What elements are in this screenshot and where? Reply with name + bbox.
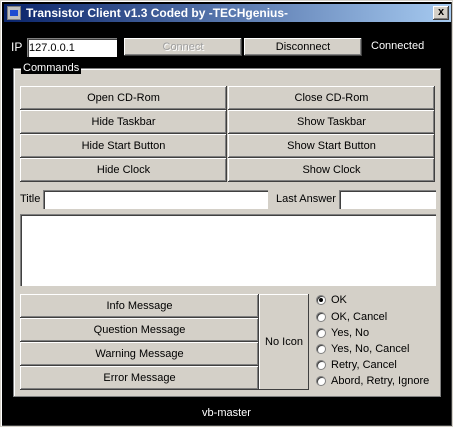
last-answer-input[interactable] [339, 190, 436, 209]
title-bar[interactable]: Transistor Client v1.3 Coded by -TECHgen… [4, 4, 451, 22]
open-cdrom-button[interactable]: Open CD-Rom [20, 86, 227, 110]
radio-ok-label: OK [331, 294, 347, 306]
info-message-button[interactable]: Info Message [20, 294, 259, 318]
radio-selected-icon [316, 295, 326, 305]
radio-unselected-icon [316, 376, 326, 386]
ip-label: IP [11, 40, 23, 54]
close-cdrom-button[interactable]: Close CD-Rom [228, 86, 435, 110]
close-button[interactable]: x [433, 6, 449, 20]
icon-preview[interactable]: No Icon [259, 294, 309, 390]
connect-button[interactable]: Connect [124, 38, 242, 56]
hide-start-button[interactable]: Hide Start Button [20, 134, 227, 158]
radio-ok[interactable]: OK [316, 292, 347, 308]
radio-unselected-icon [316, 328, 326, 338]
radio-unselected-icon [316, 360, 326, 370]
title-input[interactable] [43, 190, 268, 209]
radio-yes-no-cancel-label: Yes, No, Cancel [331, 343, 410, 355]
warning-message-button[interactable]: Warning Message [20, 342, 259, 366]
window-title: Transistor Client v1.3 Coded by -TECHgen… [26, 6, 289, 20]
error-message-button[interactable]: Error Message [20, 366, 259, 390]
radio-yes-no-cancel[interactable]: Yes, No, Cancel [316, 341, 409, 357]
disconnect-button[interactable]: Disconnect [244, 38, 362, 56]
radio-unselected-icon [316, 312, 326, 322]
last-answer-label: Last Answer [276, 193, 336, 205]
radio-unselected-icon [316, 344, 326, 354]
radio-retry-cancel[interactable]: Retry, Cancel [316, 357, 397, 373]
radio-abort-retry-ignore[interactable]: Abord, Retry, Ignore [316, 373, 429, 389]
radio-ok-cancel[interactable]: OK, Cancel [316, 309, 387, 325]
radio-retry-cancel-label: Retry, Cancel [331, 359, 397, 371]
message-textarea[interactable] [20, 214, 436, 286]
radio-ok-cancel-label: OK, Cancel [331, 311, 388, 323]
no-icon-label: No Icon [265, 336, 303, 348]
radio-yes-no-label: Yes, No [331, 327, 370, 339]
show-clock-button[interactable]: Show Clock [228, 158, 435, 182]
show-start-button[interactable]: Show Start Button [228, 134, 435, 158]
radio-yes-no[interactable]: Yes, No [316, 325, 369, 341]
app-icon [7, 6, 21, 20]
footer-credit: vb-master [3, 403, 450, 423]
ip-input[interactable] [27, 38, 117, 57]
radio-abort-retry-ignore-label: Abord, Retry, Ignore [331, 375, 430, 387]
connection-status: Connected [371, 40, 425, 52]
hide-taskbar-button[interactable]: Hide Taskbar [20, 110, 227, 134]
hide-clock-button[interactable]: Hide Clock [20, 158, 227, 182]
show-taskbar-button[interactable]: Show Taskbar [228, 110, 435, 134]
commands-legend: Commands [21, 62, 82, 74]
question-message-button[interactable]: Question Message [20, 318, 259, 342]
title-label: Title [20, 193, 41, 205]
